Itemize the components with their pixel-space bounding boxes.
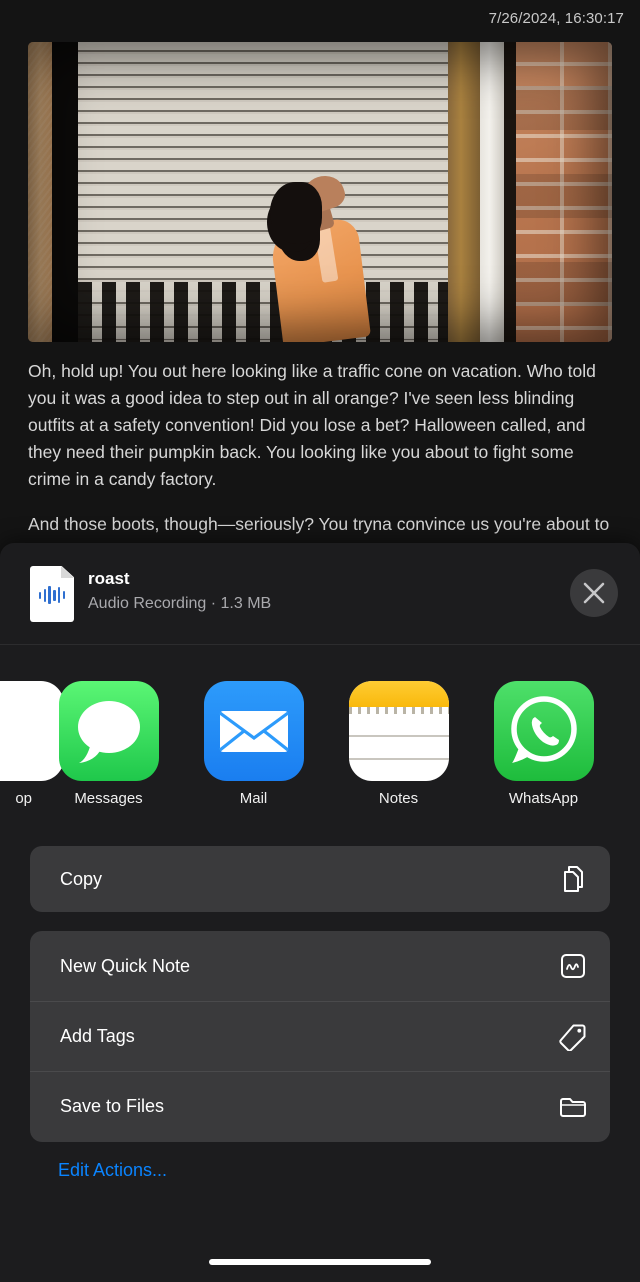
app-label-whatsapp: WhatsApp: [508, 790, 579, 807]
speech-bubble-icon: [77, 701, 140, 763]
airdrop-arcs-icon: [0, 693, 46, 769]
phone-screen: 7/26/2024, 16:30:17 Oh, hold up! You out…: [0, 0, 640, 1282]
app-label-messages: Messages: [74, 790, 143, 807]
photo-person-hair: [270, 182, 322, 244]
app-label-mail: Mail: [239, 790, 268, 807]
airdrop-icon: [0, 681, 64, 781]
app-item-airdrop[interactable]: op: [0, 681, 64, 807]
action-label-new-quick-note: New Quick Note: [60, 955, 191, 976]
mail-icon: [203, 681, 304, 781]
photo-dark-gap: [504, 42, 516, 342]
notes-header-bar: [348, 681, 449, 707]
document-fold-corner: [61, 566, 74, 578]
app-item-whatsapp[interactable]: WhatsApp: [471, 681, 616, 807]
photo-wood-frame: [448, 42, 480, 342]
whatsapp-phone-icon: [510, 696, 577, 763]
photo-white-post: [480, 42, 504, 342]
body-paragraph-1: Oh, hold up! You out here looking like a…: [28, 361, 596, 489]
audio-waveform-icon: [39, 586, 65, 604]
close-icon: [583, 582, 605, 604]
folder-icon: [558, 1092, 588, 1122]
app-item-notes[interactable]: Notes: [326, 681, 471, 807]
action-label-add-tags: Add Tags: [60, 1026, 135, 1046]
file-metadata: Audio Recording · 1.3 MB: [88, 595, 272, 612]
photo-person: [264, 170, 374, 342]
file-name: roast: [88, 569, 130, 588]
article-body: Oh, hold up! You out here looking like a…: [28, 358, 612, 560]
home-indicator[interactable]: [209, 1259, 431, 1265]
hero-photo: [28, 42, 612, 342]
quick-note-icon: [558, 951, 588, 981]
action-label-copy: Copy: [60, 868, 103, 889]
envelope-icon: [218, 711, 289, 752]
messages-icon: [58, 681, 159, 781]
notes-ruled-lines: [348, 714, 449, 781]
share-sheet-header: roast Audio Recording · 1.3 MB: [0, 543, 640, 645]
primary-action-card: Copy: [30, 846, 610, 912]
whatsapp-icon: [493, 681, 594, 781]
app-label-notes: Notes: [378, 790, 419, 807]
notes-perforation: [348, 707, 449, 714]
photo-stucco-left: [28, 42, 52, 342]
notes-icon: [348, 681, 449, 781]
tag-icon: [558, 1022, 588, 1052]
photo-gap-left: [52, 42, 78, 342]
timestamp: 7/26/2024, 16:30:17: [488, 10, 624, 27]
app-item-mail[interactable]: Mail: [181, 681, 326, 807]
action-row-copy[interactable]: Copy: [30, 846, 610, 912]
app-label-airdrop: op: [15, 790, 32, 807]
share-sheet: roast Audio Recording · 1.3 MB op Messag…: [0, 543, 640, 1282]
action-row-add-tags[interactable]: Add Tags: [30, 1001, 610, 1071]
action-row-save-to-files[interactable]: Save to Files: [30, 1071, 610, 1141]
secondary-action-card: New Quick Note Add Tags Save to Files: [30, 931, 610, 1142]
close-button[interactable]: [570, 569, 618, 617]
photo-shutter-vents: [78, 282, 448, 342]
audio-document-icon: [30, 566, 74, 622]
copy-documents-icon: [558, 864, 588, 894]
edit-actions-link[interactable]: Edit Actions...: [58, 1160, 167, 1181]
content-page: 7/26/2024, 16:30:17 Oh, hold up! You out…: [0, 0, 640, 560]
action-label-save-to-files: Save to Files: [60, 1096, 165, 1116]
photo-brick-wall: [516, 42, 612, 342]
action-row-new-quick-note[interactable]: New Quick Note: [30, 931, 610, 1001]
app-share-row: op Messages Mail Notes WhatsApp: [0, 681, 640, 811]
